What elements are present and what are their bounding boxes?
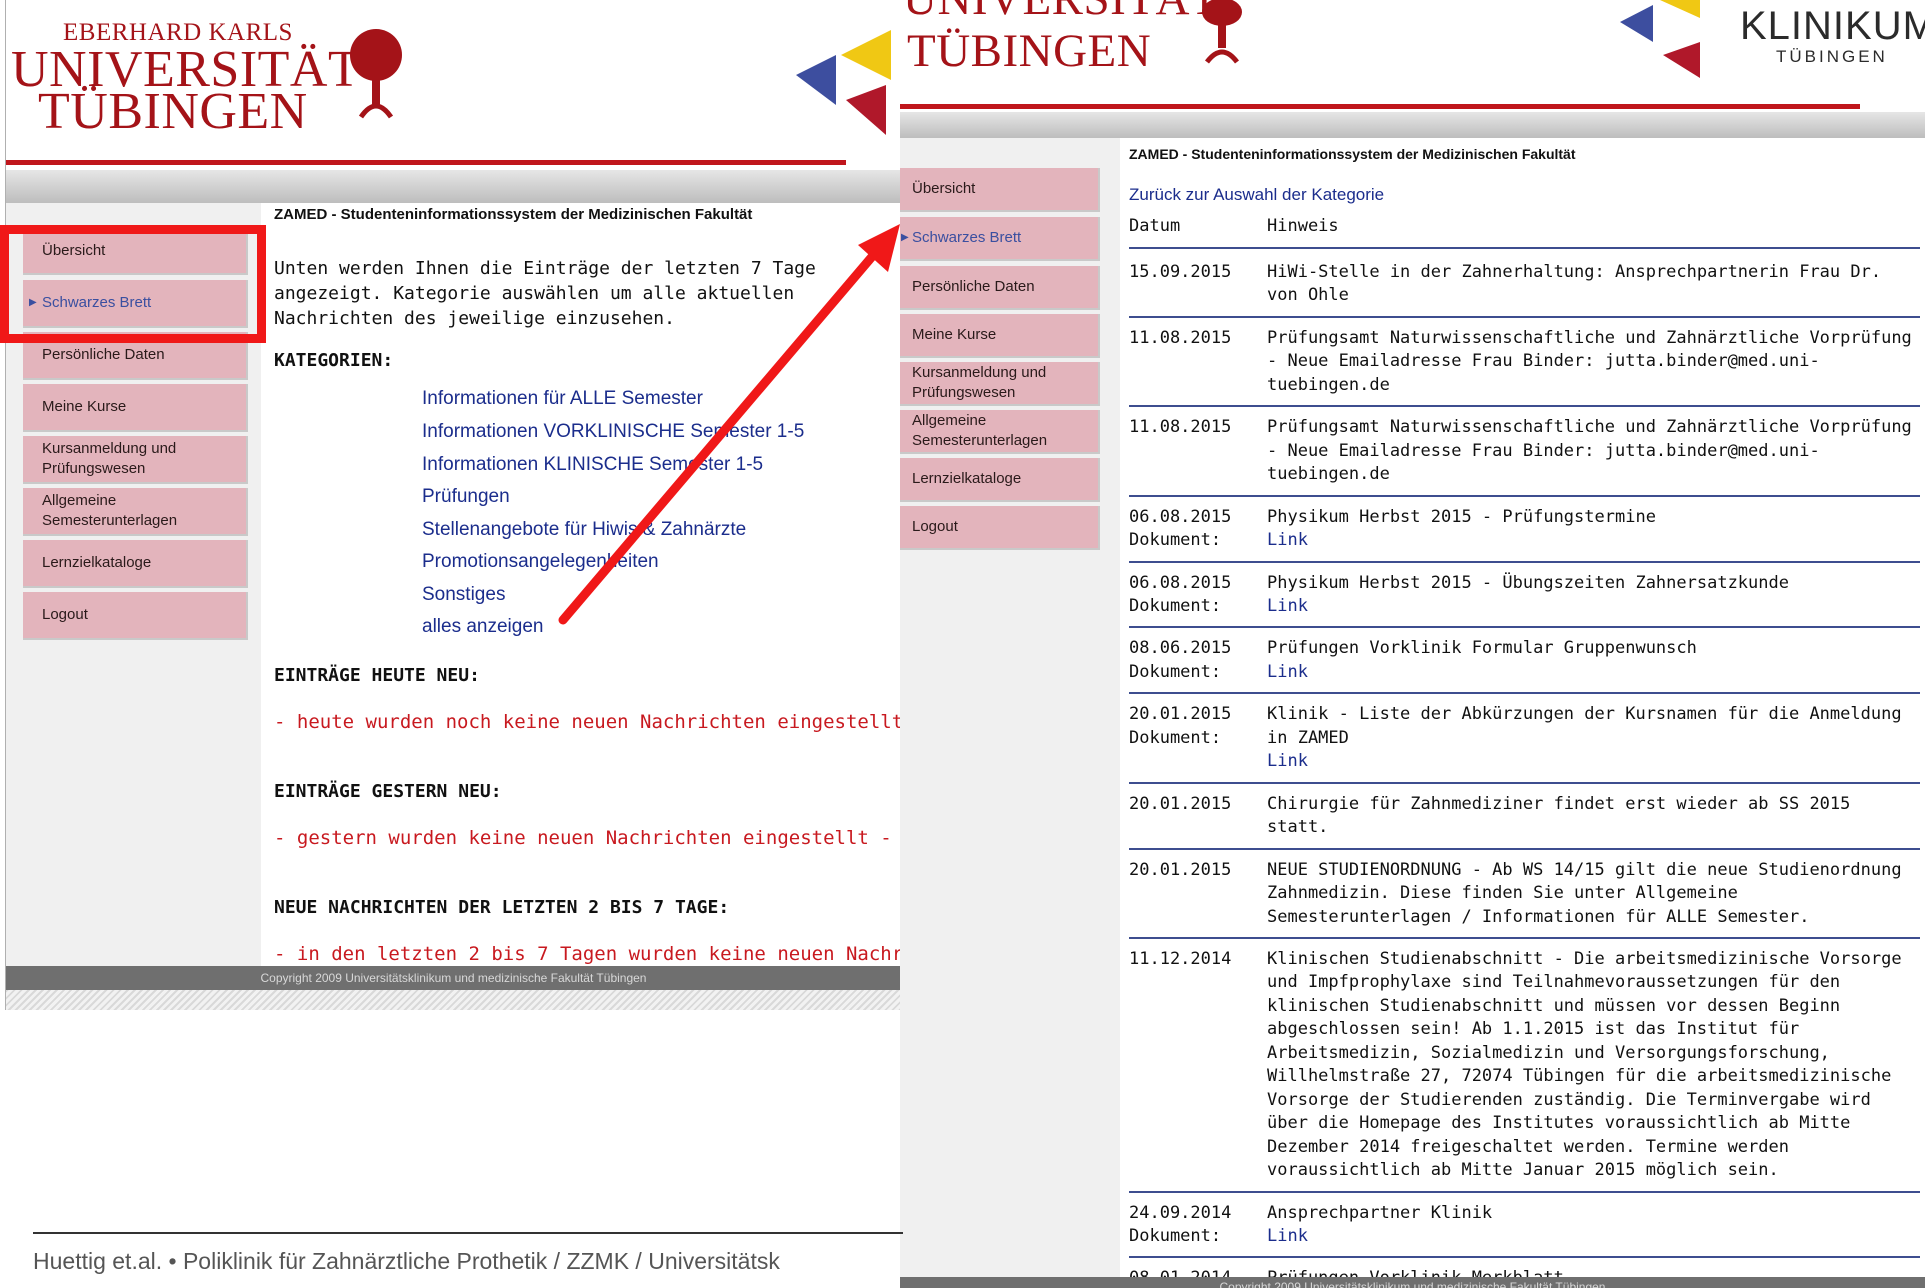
arrow-annotation-icon <box>558 224 900 625</box>
slide-footer-rule <box>33 1232 903 1234</box>
slide-credit: Huettig et.al. • Poliklinik für Zahnärzt… <box>33 1248 780 1274</box>
